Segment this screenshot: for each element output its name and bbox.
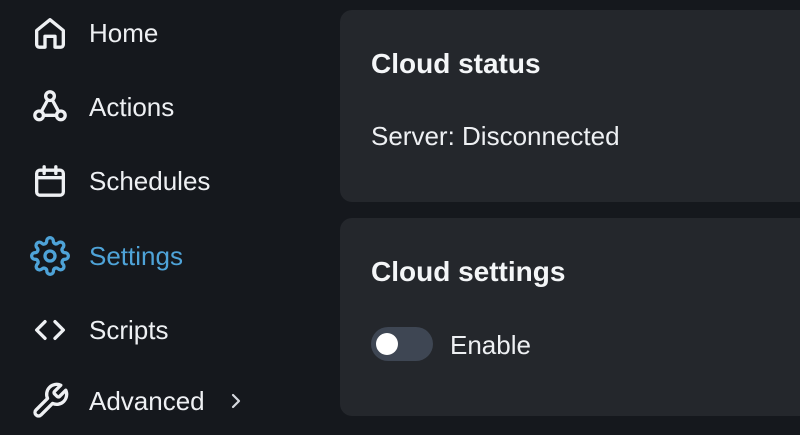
gear-icon (30, 236, 70, 276)
webhook-icon (30, 87, 70, 127)
enable-toggle[interactable] (371, 327, 433, 361)
wrench-icon (30, 381, 70, 421)
sidebar-item-home[interactable]: Home (30, 11, 158, 55)
sidebar: Home Actions Schedules Settings Scripts … (0, 0, 330, 435)
cloud-settings-title: Cloud settings (371, 256, 566, 287)
sidebar-item-actions[interactable]: Actions (30, 85, 174, 129)
cloud-status-card: Cloud status Server: Disconnected (340, 10, 800, 202)
sidebar-item-scripts[interactable]: Scripts (30, 308, 168, 352)
sidebar-item-label: Advanced (89, 386, 205, 416)
sidebar-item-label: Settings (89, 241, 183, 271)
sidebar-item-label: Schedules (89, 166, 211, 196)
home-icon (30, 13, 70, 53)
cloud-status-title: Cloud status (371, 48, 541, 79)
app-window: Home Actions Schedules Settings Scripts … (0, 0, 800, 435)
sidebar-item-label: Scripts (89, 315, 169, 345)
code-icon (30, 310, 70, 350)
enable-label: Enable (450, 330, 531, 360)
sidebar-item-advanced[interactable]: Advanced (30, 379, 243, 423)
sidebar-item-settings[interactable]: Settings (30, 234, 183, 278)
chevron-right-icon (229, 391, 243, 411)
cloud-settings-card: Cloud settings Enable (340, 218, 800, 416)
sidebar-item-schedules[interactable]: Schedules (30, 159, 210, 203)
sidebar-item-label: Actions (89, 92, 175, 122)
calendar-icon (30, 161, 70, 201)
toggle-knob (376, 333, 398, 355)
sidebar-item-label: Home (89, 18, 159, 48)
server-status-text: Server: Disconnected (371, 121, 620, 151)
